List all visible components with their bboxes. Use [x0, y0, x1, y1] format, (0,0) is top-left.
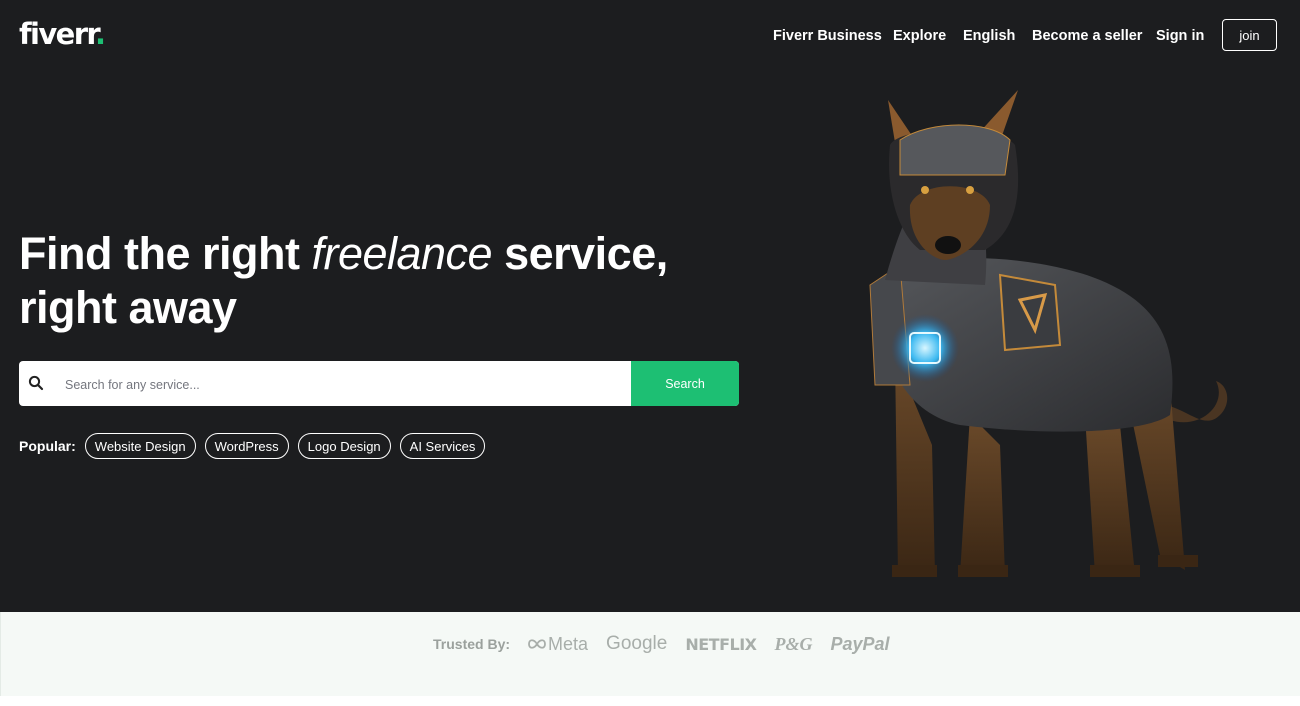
search-bar: Search: [19, 361, 739, 406]
nav-explore[interactable]: Explore: [893, 27, 946, 45]
pg-logo: P&G: [774, 633, 813, 654]
popular-tag-wordpress[interactable]: WordPress: [204, 433, 289, 459]
nav-become-seller[interactable]: Become a seller: [1032, 27, 1142, 45]
meta-logo: Meta: [526, 634, 588, 655]
google-logo: Google: [606, 633, 668, 654]
fiverr-logo[interactable]: fiverr.: [19, 16, 106, 52]
popular-tag-ai-services[interactable]: AI Services: [399, 433, 486, 459]
nav-fiverr-business[interactable]: Fiverr Business: [773, 27, 882, 45]
join-button[interactable]: join: [1222, 19, 1277, 51]
search-button[interactable]: Search: [631, 361, 739, 406]
search-icon: [28, 375, 44, 391]
popular-tags: Popular: Website Design WordPress Logo D…: [19, 433, 494, 459]
paypal-logo: PayPal: [830, 633, 890, 654]
hero-section: fiverr. Fiverr Business Explore English …: [0, 0, 1300, 612]
popular-tag-website-design[interactable]: Website Design: [84, 433, 196, 459]
robot-dog-illustration: [869, 90, 1228, 577]
page-bottom-strip: [0, 696, 1300, 706]
popular-tag-logo-design[interactable]: Logo Design: [297, 433, 391, 459]
trusted-by-bar: Trusted By: Meta Google NETFLIX P&G PayP…: [0, 612, 1300, 696]
hero-headline: Find the right freelance service, right a…: [19, 228, 668, 333]
trusted-by-label: Trusted By:: [433, 636, 511, 652]
trusted-by-row: Trusted By: Meta Google NETFLIX P&G PayP…: [433, 632, 890, 656]
nav-sign-in[interactable]: Sign in: [1156, 27, 1204, 45]
nav-language[interactable]: English: [963, 27, 1015, 45]
search-input[interactable]: [63, 361, 627, 406]
popular-label: Popular:: [19, 438, 76, 454]
meta-infinity-icon: [528, 639, 546, 649]
netflix-logo: NETFLIX: [685, 634, 757, 654]
